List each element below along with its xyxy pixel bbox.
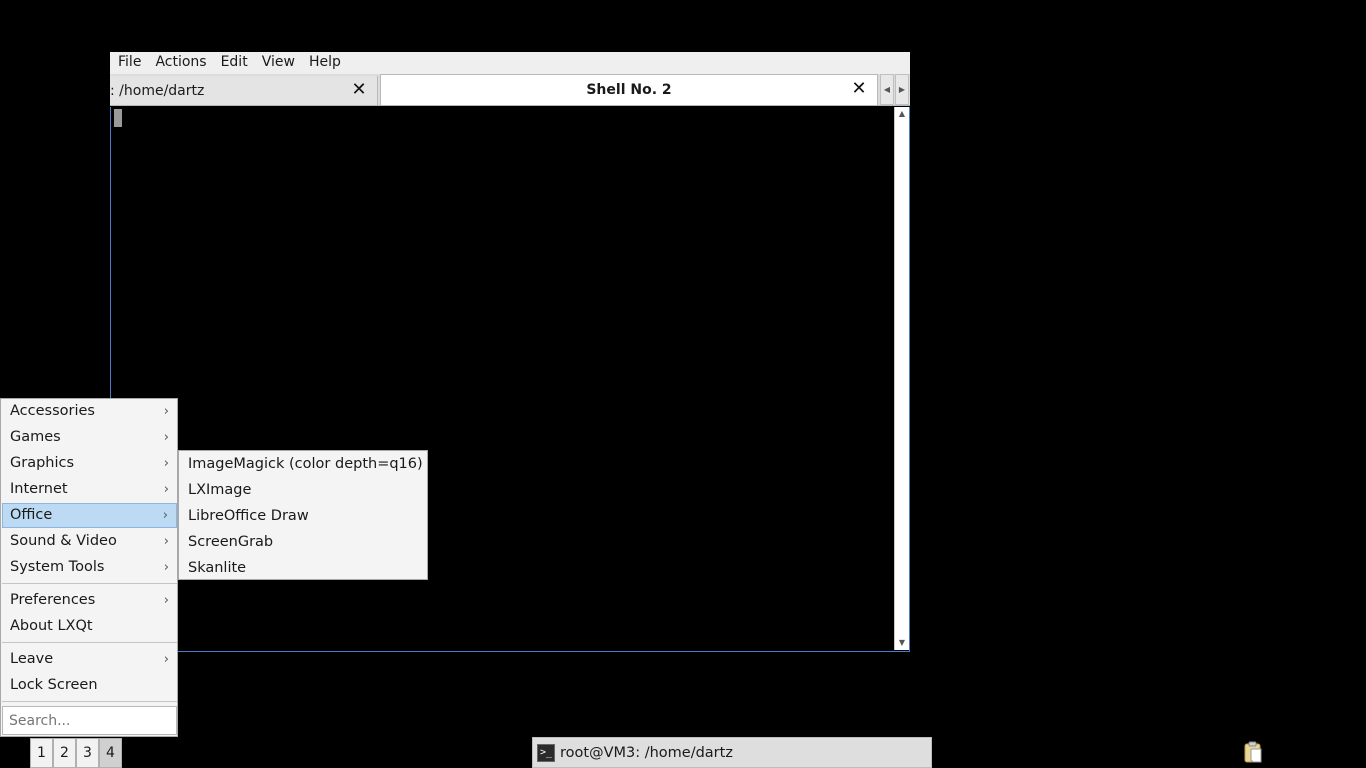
menu-item-preferences[interactable]: Preferences ›: [2, 588, 177, 613]
menu-item-leave[interactable]: Leave ›: [2, 647, 177, 672]
close-icon[interactable]: ✕: [849, 78, 869, 100]
tab-home-dartz[interactable]: : /home/dartz ✕: [110, 76, 378, 105]
tab-shell-no-2[interactable]: Shell No. 2 ✕: [380, 74, 878, 105]
menu-separator: [2, 701, 177, 702]
desktop-2-button[interactable]: 2: [53, 738, 76, 768]
chevron-right-icon: ›: [163, 482, 169, 497]
menu-item-about-lxqt[interactable]: About LXQt: [2, 614, 177, 639]
menu-item-graphics[interactable]: Graphics ›: [2, 451, 177, 476]
menu-item-label: Games: [10, 429, 61, 445]
menu-item-label: Preferences: [10, 592, 96, 608]
chevron-right-icon: ›: [163, 430, 169, 445]
submenu-item-skanlite[interactable]: Skanlite: [180, 555, 427, 581]
tab-label: Shell No. 2: [586, 82, 672, 98]
menu-item-internet[interactable]: Internet ›: [2, 477, 177, 502]
scroll-up-icon[interactable]: ▲: [895, 107, 909, 121]
chevron-right-icon: ›: [163, 560, 169, 575]
menu-actions[interactable]: Actions: [149, 52, 212, 74]
close-icon[interactable]: ✕: [349, 79, 369, 101]
chevron-right-icon: ›: [162, 508, 168, 523]
terminal-icon: >_: [537, 743, 555, 762]
chevron-right-icon: ›: [163, 534, 169, 549]
menu-separator: [2, 583, 177, 584]
desktop-4-button[interactable]: 4: [99, 738, 122, 768]
menu-item-sound-video[interactable]: Sound & Video ›: [2, 529, 177, 554]
taskbar-window-label: root@VM3: /home/dartz: [560, 744, 733, 761]
menu-item-label: System Tools: [10, 559, 105, 575]
menu-file[interactable]: File: [112, 52, 147, 74]
menu-item-label: Office: [10, 507, 53, 523]
application-menu: Accessories › Games › Graphics › Internet › …: [0, 398, 178, 737]
menu-item-label: Lock Screen: [10, 677, 98, 693]
chevron-right-icon: ›: [163, 652, 169, 667]
scroll-down-icon[interactable]: ▼: [895, 636, 909, 650]
text-cursor: [114, 109, 122, 127]
taskbar-window-button[interactable]: >_ root@VM3: /home/dartz: [532, 737, 932, 768]
submenu-item-screengrab[interactable]: ScreenGrab: [180, 529, 427, 555]
clipboard-icon[interactable]: [1242, 740, 1264, 764]
menu-view[interactable]: View: [256, 52, 301, 74]
menu-item-office[interactable]: Office ›: [2, 503, 177, 528]
menu-item-label: About LXQt: [10, 618, 93, 634]
desktop-3-button[interactable]: 3: [76, 738, 99, 768]
menu-item-label: Leave: [10, 651, 54, 667]
terminal-menubar: File Actions Edit View Help: [110, 52, 910, 74]
menu-item-system-tools[interactable]: System Tools ›: [2, 555, 177, 580]
tab-scroll-right-icon[interactable]: ▶: [895, 74, 909, 105]
desktop-switcher: 1 2 3 4: [30, 738, 122, 768]
terminal-tabbar: : /home/dartz ✕ Shell No. 2 ✕ ◀ ▶: [110, 74, 910, 106]
submenu-item-imagemagick[interactable]: ImageMagick (color depth=q16): [180, 451, 427, 477]
office-submenu: ImageMagick (color depth=q16) LXImage Li…: [178, 450, 428, 580]
menu-edit[interactable]: Edit: [215, 52, 254, 74]
menu-item-label: Internet: [10, 481, 68, 497]
tab-label: : /home/dartz: [110, 82, 205, 99]
menu-item-label: Graphics: [10, 455, 75, 471]
menu-item-label: Accessories: [10, 403, 95, 419]
menu-item-lock-screen[interactable]: Lock Screen: [2, 673, 177, 698]
chevron-right-icon: ›: [163, 404, 169, 419]
tab-scroll-left-icon[interactable]: ◀: [880, 74, 894, 105]
chevron-right-icon: ›: [163, 593, 169, 608]
menu-item-games[interactable]: Games ›: [2, 425, 177, 450]
menu-separator: [2, 642, 177, 643]
submenu-item-libreoffice-draw[interactable]: LibreOffice Draw: [180, 503, 427, 529]
menu-help[interactable]: Help: [303, 52, 347, 74]
vertical-scrollbar[interactable]: ▲ ▼: [894, 107, 909, 650]
menu-item-label: Sound & Video: [10, 533, 117, 549]
submenu-item-lximage[interactable]: LXImage: [180, 477, 427, 503]
menu-item-accessories[interactable]: Accessories ›: [2, 399, 177, 424]
search-input[interactable]: [2, 706, 177, 735]
chevron-right-icon: ›: [163, 456, 169, 471]
desktop-1-button[interactable]: 1: [30, 738, 53, 768]
